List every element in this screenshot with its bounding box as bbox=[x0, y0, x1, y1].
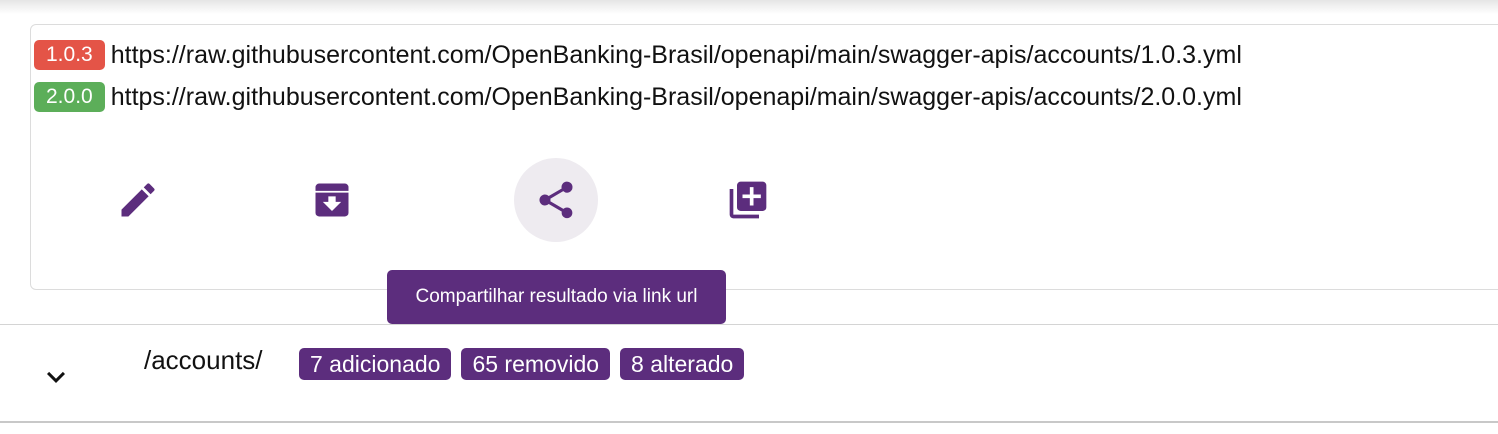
pencil-icon bbox=[121, 183, 155, 217]
added-count-chip: 7 adicionado bbox=[299, 348, 452, 380]
archive-download-icon bbox=[315, 183, 349, 217]
changed-count-chip: 8 alterado bbox=[620, 348, 745, 380]
spec-row-2: 2.0.0 https://raw.githubusercontent.com/… bbox=[34, 82, 1242, 112]
chevron-down-icon bbox=[47, 371, 65, 383]
edit-button[interactable] bbox=[96, 158, 180, 242]
share-button[interactable] bbox=[514, 158, 598, 242]
header-shadow bbox=[0, 0, 1498, 14]
bottom-border bbox=[0, 421, 1498, 423]
copy-button[interactable] bbox=[706, 158, 790, 242]
version-badge: 2.0.0 bbox=[34, 82, 105, 112]
spec-row-1: 1.0.3 https://raw.githubusercontent.com/… bbox=[34, 40, 1242, 70]
diff-path-row[interactable]: /accounts/ 7 adicionado 65 removido 8 al… bbox=[0, 325, 1498, 422]
removed-count-chip: 65 removido bbox=[461, 348, 611, 380]
download-button[interactable] bbox=[290, 158, 374, 242]
library-add-icon bbox=[729, 181, 767, 219]
change-summary: 7 adicionado 65 removido 8 alterado bbox=[299, 348, 745, 380]
share-icon bbox=[539, 181, 573, 219]
spec-url: https://raw.githubusercontent.com/OpenBa… bbox=[110, 82, 1242, 111]
version-badge: 1.0.3 bbox=[34, 40, 105, 70]
share-tooltip: Compartilhar resultado via link url bbox=[387, 270, 726, 324]
endpoint-path: /accounts/ bbox=[144, 345, 263, 375]
expand-toggle[interactable] bbox=[36, 357, 76, 397]
spec-url: https://raw.githubusercontent.com/OpenBa… bbox=[110, 40, 1242, 69]
